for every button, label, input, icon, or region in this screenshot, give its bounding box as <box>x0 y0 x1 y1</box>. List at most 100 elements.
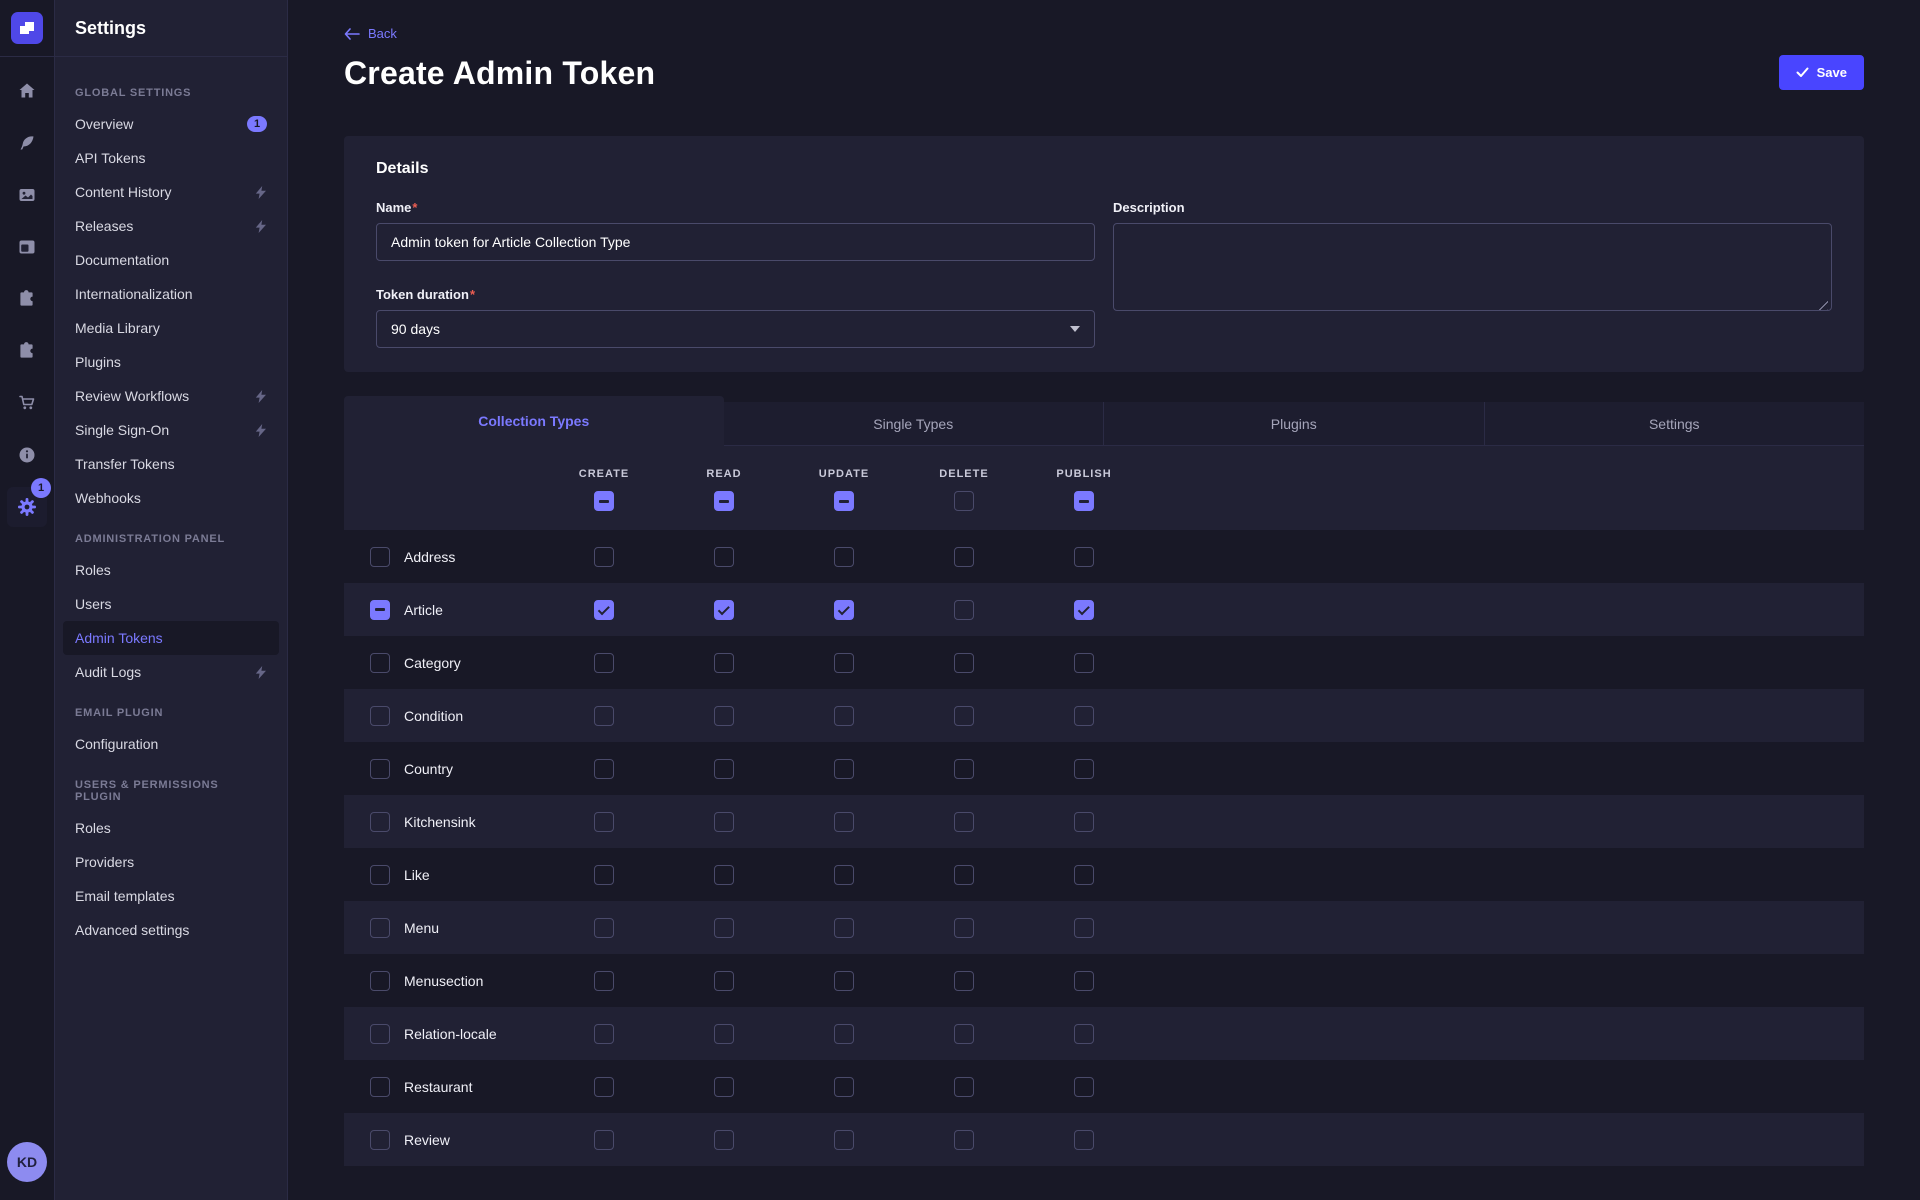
article-create-checkbox[interactable] <box>594 600 614 620</box>
category-read-checkbox[interactable] <box>714 653 734 673</box>
restaurant-publish-checkbox[interactable] <box>1074 1077 1094 1097</box>
row-checkbox-like[interactable] <box>370 865 390 885</box>
condition-delete-checkbox[interactable] <box>954 706 974 726</box>
sidebar-item-webhooks[interactable]: Webhooks <box>63 481 279 515</box>
restaurant-read-checkbox[interactable] <box>714 1077 734 1097</box>
condition-create-checkbox[interactable] <box>594 706 614 726</box>
tab-collection-types[interactable]: Collection Types <box>344 396 724 446</box>
cart-icon[interactable] <box>7 383 47 423</box>
row-checkbox-review[interactable] <box>370 1130 390 1150</box>
condition-read-checkbox[interactable] <box>714 706 734 726</box>
strapi-logo-icon[interactable] <box>11 12 43 44</box>
like-update-checkbox[interactable] <box>834 865 854 885</box>
kitchensink-delete-checkbox[interactable] <box>954 812 974 832</box>
like-publish-checkbox[interactable] <box>1074 865 1094 885</box>
country-create-checkbox[interactable] <box>594 759 614 779</box>
tab-plugins[interactable]: Plugins <box>1104 402 1485 446</box>
menu-publish-checkbox[interactable] <box>1074 918 1094 938</box>
sidebar-item-providers[interactable]: Providers <box>63 845 279 879</box>
relation-locale-create-checkbox[interactable] <box>594 1024 614 1044</box>
address-update-checkbox[interactable] <box>834 547 854 567</box>
row-checkbox-article[interactable] <box>370 600 390 620</box>
review-read-checkbox[interactable] <box>714 1130 734 1150</box>
review-delete-checkbox[interactable] <box>954 1130 974 1150</box>
menusection-publish-checkbox[interactable] <box>1074 971 1094 991</box>
article-update-checkbox[interactable] <box>834 600 854 620</box>
media-images-icon[interactable] <box>7 175 47 215</box>
duration-select[interactable]: 90 days <box>376 310 1095 348</box>
sidebar-item-configuration[interactable]: Configuration <box>63 727 279 761</box>
tab-single-types[interactable]: Single Types <box>724 402 1105 446</box>
address-create-checkbox[interactable] <box>594 547 614 567</box>
name-input[interactable] <box>376 223 1095 261</box>
layout-icon[interactable] <box>7 227 47 267</box>
select-all-update-checkbox[interactable] <box>834 491 854 511</box>
condition-publish-checkbox[interactable] <box>1074 706 1094 726</box>
sidebar-item-api-tokens[interactable]: API Tokens <box>63 141 279 175</box>
category-create-checkbox[interactable] <box>594 653 614 673</box>
sidebar-item-users[interactable]: Users <box>63 587 279 621</box>
row-checkbox-relation-locale[interactable] <box>370 1024 390 1044</box>
sidebar-item-plugins[interactable]: Plugins <box>63 345 279 379</box>
row-checkbox-category[interactable] <box>370 653 390 673</box>
article-read-checkbox[interactable] <box>714 600 734 620</box>
sidebar-item-internationalization[interactable]: Internationalization <box>63 277 279 311</box>
tab-settings[interactable]: Settings <box>1485 402 1865 446</box>
row-checkbox-kitchensink[interactable] <box>370 812 390 832</box>
kitchensink-publish-checkbox[interactable] <box>1074 812 1094 832</box>
address-publish-checkbox[interactable] <box>1074 547 1094 567</box>
sidebar-item-roles[interactable]: Roles <box>63 811 279 845</box>
sidebar-item-transfer-tokens[interactable]: Transfer Tokens <box>63 447 279 481</box>
back-link[interactable]: Back <box>344 26 397 41</box>
sidebar-item-content-history[interactable]: Content History <box>63 175 279 209</box>
sidebar-item-email-templates[interactable]: Email templates <box>63 879 279 913</box>
feather-icon[interactable] <box>7 123 47 163</box>
menusection-delete-checkbox[interactable] <box>954 971 974 991</box>
review-update-checkbox[interactable] <box>834 1130 854 1150</box>
relation-locale-delete-checkbox[interactable] <box>954 1024 974 1044</box>
info-icon[interactable] <box>7 435 47 475</box>
menusection-create-checkbox[interactable] <box>594 971 614 991</box>
like-read-checkbox[interactable] <box>714 865 734 885</box>
menu-update-checkbox[interactable] <box>834 918 854 938</box>
description-textarea[interactable] <box>1113 223 1832 311</box>
relation-locale-read-checkbox[interactable] <box>714 1024 734 1044</box>
row-checkbox-address[interactable] <box>370 547 390 567</box>
select-all-create-checkbox[interactable] <box>594 491 614 511</box>
restaurant-delete-checkbox[interactable] <box>954 1077 974 1097</box>
country-read-checkbox[interactable] <box>714 759 734 779</box>
category-update-checkbox[interactable] <box>834 653 854 673</box>
condition-update-checkbox[interactable] <box>834 706 854 726</box>
sidebar-item-single-sign-on[interactable]: Single Sign-On <box>63 413 279 447</box>
row-checkbox-country[interactable] <box>370 759 390 779</box>
sidebar-item-admin-tokens[interactable]: Admin Tokens <box>63 621 279 655</box>
gear-icon[interactable]: 1 <box>7 487 47 527</box>
category-publish-checkbox[interactable] <box>1074 653 1094 673</box>
puzzle-2-icon[interactable] <box>7 331 47 371</box>
row-checkbox-menu[interactable] <box>370 918 390 938</box>
relation-locale-update-checkbox[interactable] <box>834 1024 854 1044</box>
row-checkbox-restaurant[interactable] <box>370 1077 390 1097</box>
review-publish-checkbox[interactable] <box>1074 1130 1094 1150</box>
review-create-checkbox[interactable] <box>594 1130 614 1150</box>
row-checkbox-condition[interactable] <box>370 706 390 726</box>
restaurant-create-checkbox[interactable] <box>594 1077 614 1097</box>
sidebar-item-media-library[interactable]: Media Library <box>63 311 279 345</box>
article-publish-checkbox[interactable] <box>1074 600 1094 620</box>
kitchensink-update-checkbox[interactable] <box>834 812 854 832</box>
menusection-update-checkbox[interactable] <box>834 971 854 991</box>
puzzle-icon[interactable] <box>7 279 47 319</box>
sidebar-item-roles[interactable]: Roles <box>63 553 279 587</box>
country-update-checkbox[interactable] <box>834 759 854 779</box>
kitchensink-read-checkbox[interactable] <box>714 812 734 832</box>
kitchensink-create-checkbox[interactable] <box>594 812 614 832</box>
category-delete-checkbox[interactable] <box>954 653 974 673</box>
sidebar-item-overview[interactable]: Overview1 <box>63 107 279 141</box>
select-all-read-checkbox[interactable] <box>714 491 734 511</box>
menu-delete-checkbox[interactable] <box>954 918 974 938</box>
like-create-checkbox[interactable] <box>594 865 614 885</box>
sidebar-item-documentation[interactable]: Documentation <box>63 243 279 277</box>
relation-locale-publish-checkbox[interactable] <box>1074 1024 1094 1044</box>
row-checkbox-menusection[interactable] <box>370 971 390 991</box>
menu-create-checkbox[interactable] <box>594 918 614 938</box>
